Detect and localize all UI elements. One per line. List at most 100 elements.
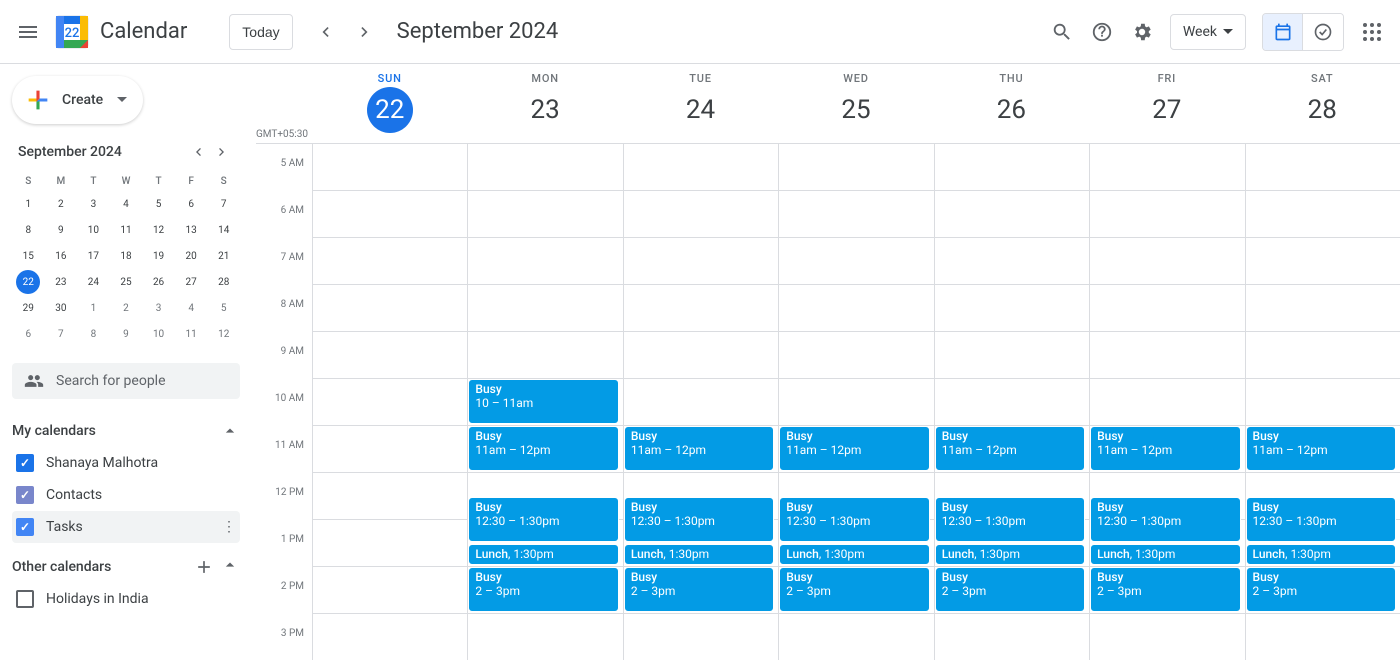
mini-day-cell[interactable]: 11 [179, 322, 203, 346]
day-header-number[interactable]: 22 [367, 87, 413, 133]
app-logo[interactable]: 22 Calendar [52, 12, 217, 52]
mini-day-cell[interactable]: 2 [114, 296, 138, 320]
mini-day-cell[interactable]: 8 [16, 218, 40, 242]
day-header-number[interactable]: 24 [678, 87, 724, 133]
day-header[interactable]: FRI27 [1089, 64, 1244, 143]
hour-cell[interactable] [779, 191, 933, 238]
hour-cell[interactable] [313, 426, 467, 473]
day-header[interactable]: THU26 [934, 64, 1089, 143]
calendar-list-item[interactable]: Tasks⋮ [12, 511, 240, 543]
hour-cell[interactable] [468, 191, 622, 238]
day-header-number[interactable]: 26 [988, 87, 1034, 133]
hour-cell[interactable] [468, 144, 622, 191]
calendar-event[interactable]: Busy2 – 3pm [468, 567, 618, 612]
mini-day-cell[interactable]: 28 [212, 270, 236, 294]
day-column[interactable] [312, 144, 467, 660]
mini-day-cell[interactable]: 18 [114, 244, 138, 268]
hour-cell[interactable] [935, 144, 1089, 191]
mini-day-cell[interactable]: 12 [212, 322, 236, 346]
calendar-checkbox[interactable] [16, 590, 34, 608]
calendar-event[interactable]: Busy2 – 3pm [779, 567, 929, 612]
hour-cell[interactable] [624, 614, 778, 660]
hour-cell[interactable] [313, 567, 467, 614]
mini-day-cell[interactable]: 22 [16, 270, 40, 294]
tasks-mode-button[interactable] [1303, 14, 1343, 50]
google-apps-button[interactable] [1352, 12, 1392, 52]
day-column[interactable]: Busy11am – 12pmBusy12:30 – 1:30pmLunch1:… [623, 144, 778, 660]
hour-cell[interactable] [468, 238, 622, 285]
settings-button[interactable] [1122, 12, 1162, 52]
calendar-event[interactable]: Lunch1:30pm [935, 544, 1085, 566]
hour-cell[interactable] [1246, 332, 1400, 379]
search-people-input[interactable]: Search for people [12, 363, 240, 399]
calendar-event[interactable]: Busy11am – 12pm [779, 426, 929, 471]
mini-day-cell[interactable]: 11 [114, 218, 138, 242]
mini-next-month-button[interactable] [210, 140, 234, 164]
hour-cell[interactable] [1090, 614, 1244, 660]
mini-day-cell[interactable]: 30 [49, 296, 73, 320]
calendar-list-item[interactable]: Contacts [12, 479, 240, 511]
mini-day-cell[interactable]: 24 [81, 270, 105, 294]
mini-day-cell[interactable]: 27 [179, 270, 203, 294]
calendar-event[interactable]: Lunch1:30pm [1090, 544, 1240, 566]
day-header-number[interactable]: 27 [1144, 87, 1190, 133]
day-column[interactable]: Busy11am – 12pmBusy12:30 – 1:30pmLunch1:… [1245, 144, 1400, 660]
mini-day-cell[interactable]: 10 [147, 322, 171, 346]
hour-cell[interactable] [935, 614, 1089, 660]
mini-day-cell[interactable]: 15 [16, 244, 40, 268]
hour-cell[interactable] [313, 144, 467, 191]
mini-day-cell[interactable]: 6 [179, 192, 203, 216]
mini-day-cell[interactable]: 4 [179, 296, 203, 320]
hour-cell[interactable] [468, 332, 622, 379]
day-header[interactable]: WED25 [778, 64, 933, 143]
calendar-checkbox[interactable] [16, 454, 34, 472]
calendar-event[interactable]: Lunch1:30pm [468, 544, 618, 566]
mini-day-cell[interactable]: 8 [81, 322, 105, 346]
mini-day-cell[interactable]: 7 [49, 322, 73, 346]
calendar-event[interactable]: Busy2 – 3pm [1246, 567, 1396, 612]
day-header-number[interactable]: 28 [1299, 87, 1345, 133]
hour-cell[interactable] [624, 191, 778, 238]
hour-cell[interactable] [935, 332, 1089, 379]
mini-day-cell[interactable]: 13 [179, 218, 203, 242]
calendar-event[interactable]: Busy11am – 12pm [1246, 426, 1396, 471]
calendar-event[interactable]: Busy11am – 12pm [935, 426, 1085, 471]
hour-cell[interactable] [1246, 379, 1400, 426]
hour-cell[interactable] [313, 285, 467, 332]
main-menu-button[interactable] [8, 12, 48, 52]
hour-cell[interactable] [313, 332, 467, 379]
hour-cell[interactable] [313, 520, 467, 567]
hour-cell[interactable] [1246, 614, 1400, 660]
day-column[interactable]: Busy10 – 11amBusy11am – 12pmBusy12:30 – … [467, 144, 622, 660]
hour-cell[interactable] [468, 285, 622, 332]
calendar-event[interactable]: Busy11am – 12pm [1090, 426, 1240, 471]
mini-day-cell[interactable]: 9 [49, 218, 73, 242]
current-date-range[interactable]: September 2024 [397, 19, 559, 44]
calendar-event[interactable]: Busy2 – 3pm [624, 567, 774, 612]
hour-cell[interactable] [1090, 379, 1244, 426]
mini-day-cell[interactable]: 29 [16, 296, 40, 320]
hour-cell[interactable] [1246, 285, 1400, 332]
hour-cell[interactable] [313, 379, 467, 426]
prev-period-button[interactable] [305, 12, 345, 52]
mini-day-cell[interactable]: 21 [212, 244, 236, 268]
hour-cell[interactable] [313, 473, 467, 520]
hour-cell[interactable] [313, 238, 467, 285]
hour-cell[interactable] [624, 332, 778, 379]
calendar-event[interactable]: Lunch1:30pm [1246, 544, 1396, 566]
mini-day-cell[interactable]: 1 [81, 296, 105, 320]
mini-day-cell[interactable]: 17 [81, 244, 105, 268]
hour-cell[interactable] [779, 379, 933, 426]
calendar-event[interactable]: Busy12:30 – 1:30pm [468, 497, 618, 542]
mini-day-cell[interactable]: 1 [16, 192, 40, 216]
hour-cell[interactable] [935, 285, 1089, 332]
mini-day-cell[interactable]: 14 [212, 218, 236, 242]
hour-cell[interactable] [624, 285, 778, 332]
hour-cell[interactable] [1246, 144, 1400, 191]
mini-day-cell[interactable]: 3 [81, 192, 105, 216]
mini-day-cell[interactable]: 23 [49, 270, 73, 294]
mini-day-cell[interactable]: 2 [49, 192, 73, 216]
support-button[interactable] [1082, 12, 1122, 52]
hour-cell[interactable] [1090, 238, 1244, 285]
day-column[interactable]: Busy11am – 12pmBusy12:30 – 1:30pmLunch1:… [778, 144, 933, 660]
